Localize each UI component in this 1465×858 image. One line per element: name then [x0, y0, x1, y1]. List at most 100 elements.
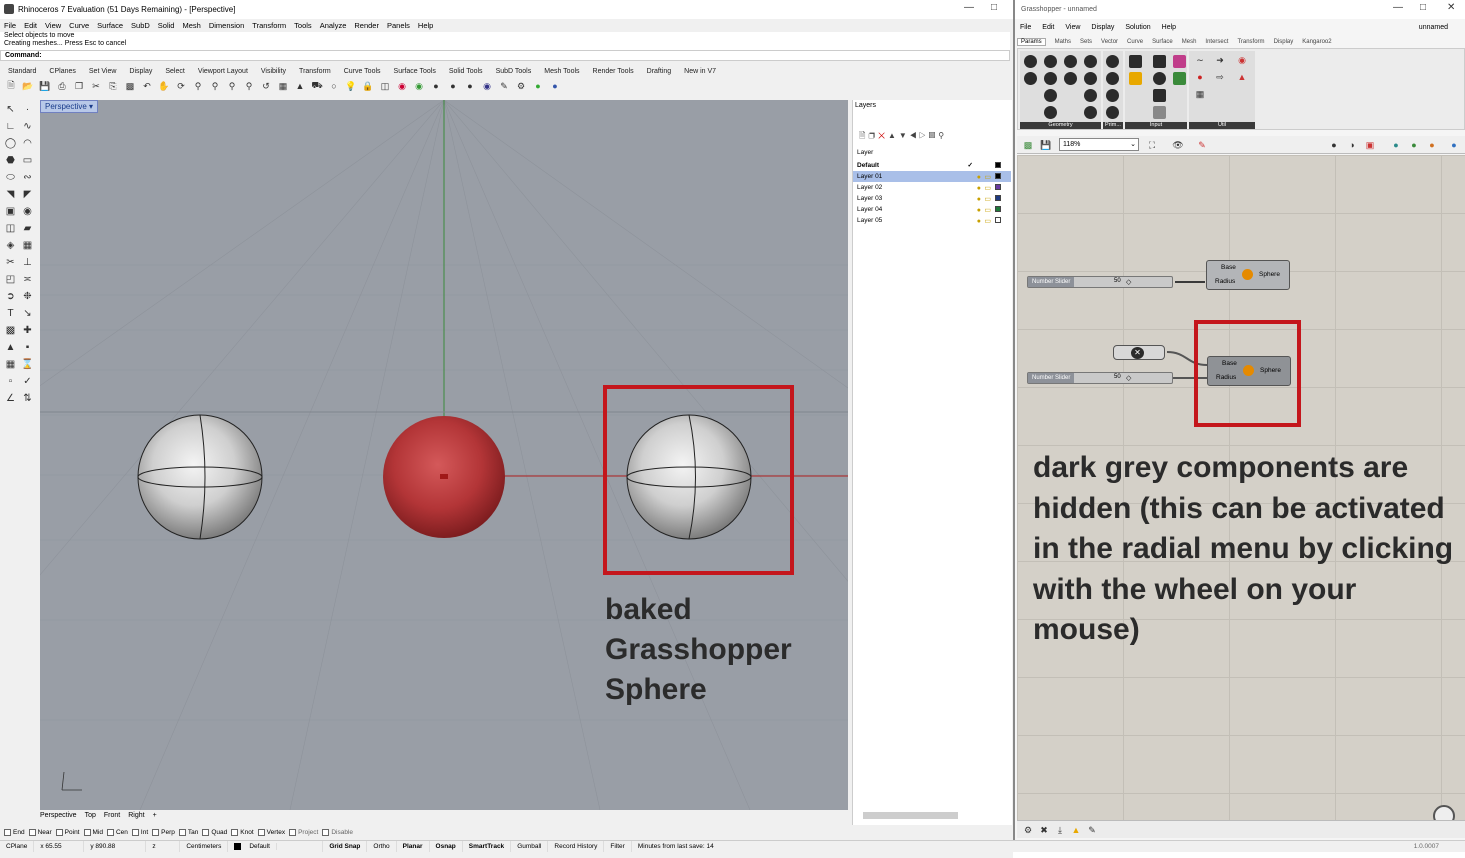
- param-icon[interactable]: [1064, 55, 1077, 68]
- trim-icon[interactable]: ⊥: [19, 257, 36, 271]
- cut-icon[interactable]: ✂: [89, 79, 103, 93]
- offset-icon[interactable]: ≍: [19, 274, 36, 288]
- menu-transform[interactable]: Transform: [252, 21, 286, 30]
- check-icon[interactable]: ✓: [19, 376, 36, 390]
- osnap-end[interactable]: End: [4, 829, 25, 837]
- cherry-icon[interactable]: ●: [1193, 70, 1207, 84]
- preview-eye-icon[interactable]: 👁: [1171, 138, 1185, 152]
- viewport-tab-right[interactable]: Right: [128, 812, 144, 822]
- polyline-icon[interactable]: ∟: [2, 121, 19, 135]
- osnap-disable[interactable]: Disable: [322, 829, 353, 837]
- car-icon[interactable]: ⛟: [310, 79, 324, 93]
- unlock-icon[interactable]: ▭: [984, 216, 991, 227]
- close-icon[interactable]: ✕: [1447, 2, 1455, 13]
- preview-mesh-icon[interactable]: ●: [1407, 138, 1421, 152]
- menu-file[interactable]: File: [4, 21, 16, 30]
- flask-icon[interactable]: ▲: [1235, 70, 1249, 84]
- menu-dimension[interactable]: Dimension: [209, 21, 244, 30]
- osnap-vertex[interactable]: Vertex: [257, 829, 285, 837]
- osnap-int[interactable]: Int: [131, 829, 148, 837]
- panel-icon[interactable]: [1153, 55, 1166, 68]
- zoom-extents-icon[interactable]: ⛶: [1145, 138, 1159, 152]
- param-icon[interactable]: [1044, 89, 1057, 102]
- image-icon[interactable]: ▦: [1193, 87, 1207, 101]
- dimension-icon[interactable]: ↘: [19, 308, 36, 322]
- fit-icon[interactable]: ∼: [1193, 53, 1207, 67]
- button-icon[interactable]: [1129, 72, 1142, 85]
- open-file-icon[interactable]: 📂: [21, 79, 35, 93]
- tab-visibility[interactable]: Visibility: [261, 68, 286, 75]
- layer-icon[interactable]: ◫: [378, 79, 392, 93]
- print-icon[interactable]: ⎙: [55, 79, 69, 93]
- tab-subd-tools[interactable]: SubD Tools: [496, 68, 532, 75]
- zoom-extents-icon[interactable]: ⚲: [225, 79, 239, 93]
- gh-menu-edit[interactable]: Edit: [1042, 24, 1054, 31]
- layer-color-swatch[interactable]: [995, 173, 1001, 179]
- group-icon[interactable]: ▫: [2, 376, 19, 390]
- osnap-tan[interactable]: Tan: [178, 829, 198, 837]
- settings-gear-icon[interactable]: ⚙: [514, 79, 528, 93]
- tab-mesh-tools[interactable]: Mesh Tools: [544, 68, 579, 75]
- viewport-label[interactable]: Perspective ▾: [40, 100, 99, 113]
- join-icon[interactable]: ➲: [2, 291, 19, 305]
- pencil-icon[interactable]: ✎: [497, 79, 511, 93]
- undo-view-icon[interactable]: ↺: [259, 79, 273, 93]
- tab-render-tools[interactable]: Render Tools: [593, 68, 634, 75]
- undo-icon[interactable]: ↶: [140, 79, 154, 93]
- lightbulb-icon[interactable]: ●: [977, 216, 981, 227]
- arrow-right-icon[interactable]: ➜: [1213, 53, 1227, 67]
- loft-icon[interactable]: ◤: [19, 189, 36, 203]
- param-icon[interactable]: [1064, 72, 1077, 85]
- circle-icon[interactable]: ◯: [2, 138, 19, 152]
- status-layer[interactable]: Default: [228, 841, 324, 852]
- knob-icon[interactable]: [1153, 72, 1166, 85]
- layer-color-swatch[interactable]: [995, 184, 1001, 190]
- render-mesh-icon[interactable]: ▪: [19, 342, 36, 356]
- param-icon[interactable]: [1044, 72, 1057, 85]
- box-icon[interactable]: ▣: [2, 206, 19, 220]
- param-icon[interactable]: [1106, 55, 1119, 68]
- tab-standard[interactable]: Standard: [8, 68, 36, 75]
- globe-icon[interactable]: ●: [1447, 138, 1461, 152]
- gh-tab-kangaroo2[interactable]: Kangaroo2: [1302, 39, 1331, 45]
- layer-color-swatch[interactable]: [995, 195, 1001, 201]
- toggle-gumball[interactable]: Gumball: [511, 841, 549, 852]
- param-icon[interactable]: [1044, 55, 1057, 68]
- osnap-quad[interactable]: Quad: [202, 829, 227, 837]
- layer-row-03[interactable]: Layer 03 ● ▭: [853, 193, 1011, 204]
- layer-color-swatch[interactable]: [995, 217, 1001, 223]
- extrude-icon[interactable]: ▰: [19, 223, 36, 237]
- new-file-icon[interactable]: 🗎: [4, 79, 18, 93]
- osnap-mid[interactable]: Mid: [83, 829, 103, 837]
- explode-icon[interactable]: ❉: [19, 291, 36, 305]
- hidden-point-param[interactable]: ✕: [1113, 345, 1165, 360]
- param-icon[interactable]: [1106, 106, 1119, 119]
- cluster-icon[interactable]: ◉: [1235, 53, 1249, 67]
- menu-mesh[interactable]: Mesh: [182, 21, 200, 30]
- surface-icon[interactable]: ◥: [2, 189, 19, 203]
- maximize-icon[interactable]: □: [991, 2, 997, 13]
- command-input[interactable]: Command:: [0, 50, 1010, 61]
- menu-analyze[interactable]: Analyze: [320, 21, 347, 30]
- menu-render[interactable]: Render: [354, 21, 379, 30]
- material-icon[interactable]: ◉: [395, 79, 409, 93]
- osnap-knot[interactable]: Knot: [231, 829, 254, 837]
- menu-subd[interactable]: SubD: [131, 21, 150, 30]
- swatch-icon[interactable]: [1173, 72, 1186, 85]
- tab-surface-tools[interactable]: Surface Tools: [394, 68, 436, 75]
- layers-scrollbar[interactable]: [863, 812, 958, 819]
- gradient-icon[interactable]: [1173, 55, 1186, 68]
- toggle-ortho[interactable]: Ortho: [367, 841, 397, 852]
- freeform-icon[interactable]: ∾: [19, 172, 36, 186]
- split-icon[interactable]: ✂: [2, 257, 19, 271]
- gh-menu-display[interactable]: Display: [1091, 24, 1114, 31]
- gh-menu-help[interactable]: Help: [1162, 24, 1176, 31]
- slider-icon[interactable]: [1153, 89, 1166, 102]
- grasshopper-icon[interactable]: ●: [531, 79, 545, 93]
- sphere-red[interactable]: [383, 416, 505, 538]
- param-icon[interactable]: [1106, 72, 1119, 85]
- slider-grip-icon[interactable]: ◇: [1126, 374, 1131, 382]
- add-viewport-icon[interactable]: +: [153, 812, 157, 822]
- sketch-pen-icon[interactable]: ✎: [1195, 138, 1209, 152]
- gh-cross-icon[interactable]: ✖: [1037, 823, 1051, 837]
